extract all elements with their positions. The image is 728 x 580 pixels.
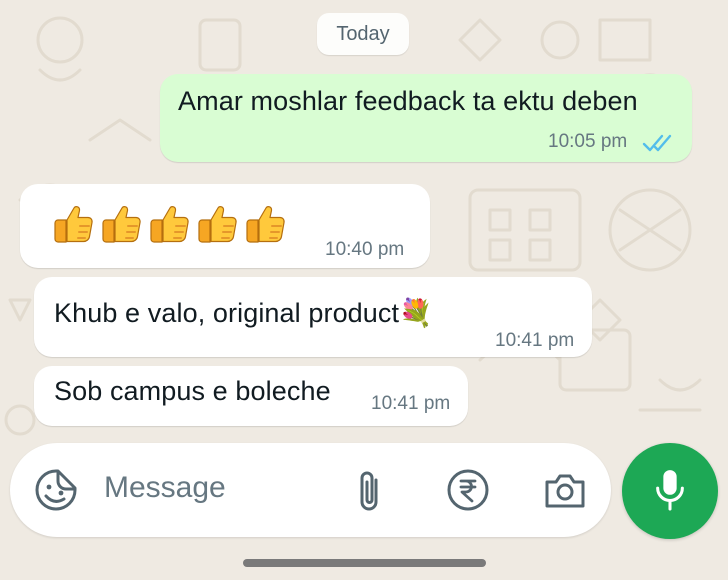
outgoing-message-bubble[interactable]: Amar moshlar feedback ta ektu deben 10:0… [160,74,692,162]
message-input[interactable] [104,471,304,505]
paperclip-icon[interactable] [354,466,384,514]
incoming-message-bubble[interactable]: 👍👍👍👍👍 10:40 pm [20,184,430,268]
rupee-icon[interactable] [446,468,490,512]
message-text: Sob campus e boleche [54,376,331,406]
thumbs-up-icon [198,206,237,243]
message-time: 10:41 pm [495,330,575,351]
message-text: Amar moshlar feedback ta ektu deben [178,86,638,116]
sticker-icon[interactable] [34,468,78,512]
camera-icon[interactable] [543,470,587,510]
thumbs-up-icon [150,206,189,243]
thumbs-up-icon [246,206,285,243]
message-composer [10,443,611,537]
incoming-message-bubble[interactable]: Sob campus e boleche 10:41 pm [34,366,468,426]
mic-icon [656,470,684,511]
read-receipt-icon [642,134,672,152]
message-time: 10:40 pm [325,239,405,260]
home-indicator[interactable] [243,559,486,567]
message-time: 10:41 pm [371,393,451,414]
incoming-message-bubble[interactable]: Khub e valo, original product💐 10:41 pm [34,277,592,357]
thumbs-up-emoji-row [52,202,288,246]
thumbs-up-icon [102,206,141,243]
thumbs-up-icon [54,206,93,243]
message-text: Khub e valo, original product💐 [54,298,433,328]
voice-record-button[interactable] [622,443,718,539]
message-time: 10:05 pm [548,131,628,152]
date-divider: Today [317,13,409,55]
